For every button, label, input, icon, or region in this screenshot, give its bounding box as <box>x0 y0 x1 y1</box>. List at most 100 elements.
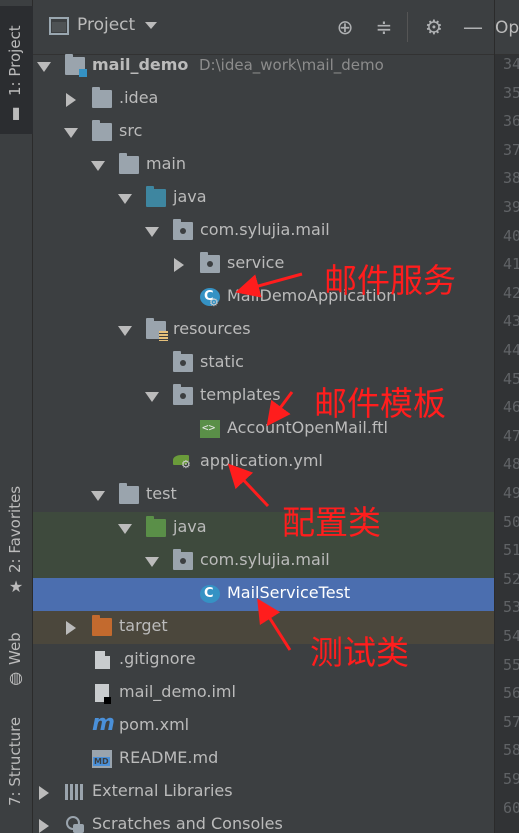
folder-icon <box>119 153 139 174</box>
collapse-arrow-icon[interactable] <box>174 258 184 272</box>
folder-icon <box>92 120 112 141</box>
tree-item-scratches[interactable]: Scratches and Consoles <box>33 809 494 833</box>
line-number: 54 <box>503 627 519 645</box>
markdown-file-icon <box>92 750 112 768</box>
collapse-arrow-icon[interactable] <box>39 819 49 833</box>
line-number: 47 <box>503 426 519 445</box>
tree-item-static[interactable]: static <box>33 347 494 380</box>
tree-item-application-yml[interactable]: application.yml <box>33 446 494 479</box>
maven-icon <box>92 711 115 736</box>
tree-item-mail-demo-iml[interactable]: mail_demo.iml <box>33 677 494 710</box>
tree-item-resources[interactable]: resources <box>33 314 494 347</box>
line-number: 57 <box>503 712 519 731</box>
package-icon <box>173 549 193 570</box>
tree-item-label: resources <box>173 319 251 338</box>
line-number: 38 <box>503 169 519 188</box>
spring-boot-class-icon: ⚙ <box>200 288 220 309</box>
tool-window-strip: ▮ 1: Project 2: Favorites ★ Web ◍ 7: Str… <box>0 0 33 833</box>
project-panel-header: Project ⊕ ≑ ⚙ — <box>33 0 494 55</box>
tree-item-main-java[interactable]: java <box>33 182 494 215</box>
tree-item-test-package[interactable]: com.sylujia.mail <box>33 545 494 578</box>
line-number: 44 <box>503 341 519 359</box>
line-number: 52 <box>503 569 519 588</box>
line-number: 50 <box>503 512 519 531</box>
tree-item-label: java <box>173 517 207 536</box>
tree-item-package[interactable]: com.sylujia.mail <box>33 215 494 248</box>
header-divider <box>407 12 408 42</box>
package-icon <box>200 252 220 273</box>
tree-item-label: src <box>119 121 143 140</box>
expand-arrow-icon[interactable] <box>145 227 159 237</box>
line-number: 45 <box>503 369 519 388</box>
tree-item-src[interactable]: src <box>33 116 494 149</box>
gear-icon[interactable]: ⚙ <box>422 14 446 40</box>
gear-badge-icon: ⚙ <box>209 296 219 309</box>
tree-item-pom-xml[interactable]: pom.xml <box>33 710 494 743</box>
line-number: 35 <box>503 83 519 102</box>
libraries-icon <box>65 783 85 801</box>
tree-item-gitignore[interactable]: .gitignore <box>33 644 494 677</box>
line-number: 41 <box>503 255 519 274</box>
expand-arrow-icon[interactable] <box>145 392 159 402</box>
chevron-down-icon[interactable] <box>145 22 157 29</box>
line-number: 55 <box>503 655 519 674</box>
line-number: 51 <box>503 541 519 560</box>
web-tool-button[interactable]: Web ◍ <box>0 625 33 695</box>
line-number: 36 <box>503 112 519 131</box>
tree-item-mail-demo[interactable]: mail_demo D:\idea_work\mail_demo <box>33 50 494 83</box>
tree-item-external-libraries[interactable]: External Libraries <box>33 776 494 809</box>
project-view-icon <box>49 17 69 35</box>
expand-arrow-icon[interactable] <box>118 524 132 534</box>
tree-item-mailservicetest[interactable]: MailServiceTest <box>33 578 494 611</box>
line-number: 53 <box>503 598 519 617</box>
ftl-file-icon <box>200 420 220 438</box>
tree-item-idea[interactable]: .idea <box>33 83 494 116</box>
package-icon <box>173 219 193 240</box>
scratches-icon <box>65 816 85 833</box>
expand-arrow-icon[interactable] <box>91 491 105 501</box>
tree-item-label: External Libraries <box>92 781 233 800</box>
tree-item-test-java[interactable]: java <box>33 512 494 545</box>
line-number: 48 <box>503 455 519 474</box>
package-icon <box>173 351 193 372</box>
expand-arrow-icon[interactable] <box>91 161 105 171</box>
tree-item-test[interactable]: test <box>33 479 494 512</box>
annotation-test-class: 测试类 <box>310 633 409 672</box>
editor-tab[interactable]: Ope <box>495 0 519 55</box>
favorites-tool-button[interactable]: 2: Favorites ★ <box>0 486 33 603</box>
collapse-arrow-icon[interactable] <box>39 786 49 800</box>
tree-item-label: Scratches and Consoles <box>92 814 283 833</box>
structure-tool-button[interactable]: 7: Structure <box>0 717 33 833</box>
line-number: 42 <box>503 283 519 302</box>
annotation-config-class: 配置类 <box>282 503 381 542</box>
line-number: 56 <box>503 684 519 703</box>
line-number: 46 <box>503 398 519 417</box>
crosshair-icon[interactable]: ⊕ <box>333 14 357 40</box>
expand-arrow-icon[interactable] <box>118 194 132 204</box>
project-tree[interactable]: mail_demo D:\idea_work\mail_demo .idea s… <box>33 50 494 833</box>
collapse-arrow-icon[interactable] <box>66 93 76 107</box>
expand-arrow-icon[interactable] <box>145 557 159 567</box>
tree-item-label: target <box>119 616 168 635</box>
project-tool-button[interactable]: ▮ 1: Project <box>0 6 33 134</box>
project-view-title[interactable]: Project <box>77 15 135 35</box>
project-tool-label: 1: Project <box>6 25 24 96</box>
tree-item-label: mail_demo <box>92 55 189 74</box>
line-number: 34 <box>503 55 519 73</box>
expand-arrow-icon[interactable] <box>118 326 132 336</box>
tree-item-label: .idea <box>119 88 159 107</box>
editor-tab-label: Ope <box>495 18 519 38</box>
expand-arrow-icon[interactable] <box>64 128 78 138</box>
tree-item-label: templates <box>200 385 281 404</box>
tree-item-label: service <box>227 253 285 272</box>
collapse-arrow-icon[interactable] <box>66 621 76 635</box>
tree-item-label: mail_demo.iml <box>119 682 236 701</box>
globe-icon: ◍ <box>9 668 23 687</box>
tree-item-main[interactable]: main <box>33 149 494 182</box>
tree-item-label: java <box>173 187 207 206</box>
expand-arrow-icon[interactable] <box>37 62 51 72</box>
tree-item-target[interactable]: target <box>33 611 494 644</box>
tree-item-readme[interactable]: README.md <box>33 743 494 776</box>
minimize-icon[interactable]: — <box>461 14 485 40</box>
collapse-icon[interactable]: ≑ <box>372 14 396 40</box>
